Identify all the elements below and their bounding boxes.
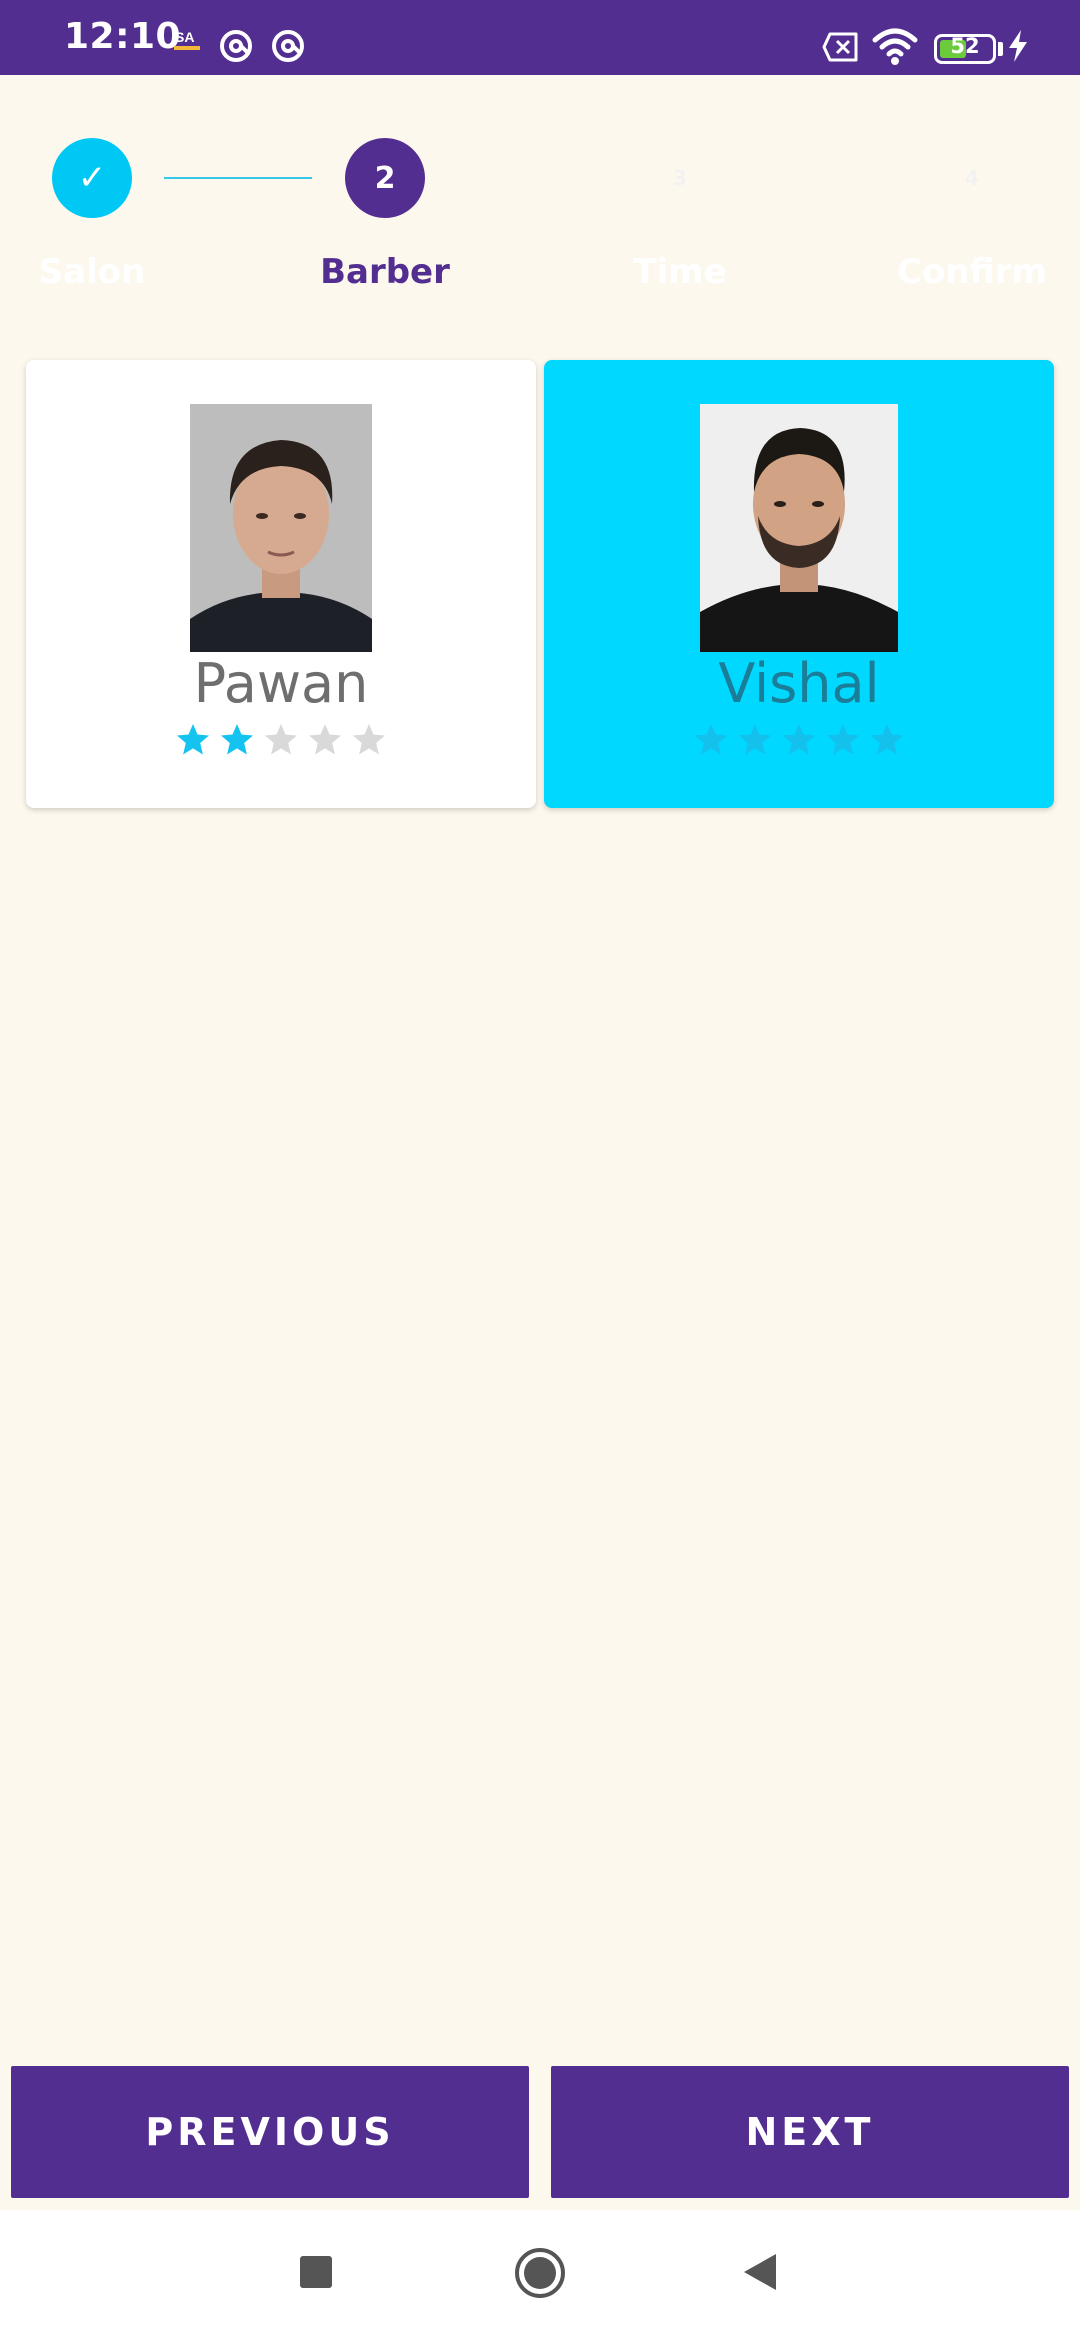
barber-photo-pawan xyxy=(190,404,372,652)
step-2-circle[interactable]: 2 xyxy=(345,138,425,218)
barber-name-pawan: Pawan xyxy=(193,652,369,715)
barber-name-vishal: Vishal xyxy=(718,652,880,715)
status-time: 12:10 xyxy=(64,16,182,57)
next-button[interactable]: NEXT xyxy=(551,2066,1069,2198)
battery-percent: 52 xyxy=(950,34,980,58)
barber-card-pawan[interactable]: Pawan xyxy=(26,360,536,808)
barber-card-vishal[interactable]: Vishal xyxy=(544,360,1054,808)
battery-icon: 52 xyxy=(934,34,996,64)
step-label-time: Time xyxy=(633,252,727,292)
star-filled-icon xyxy=(177,724,209,755)
step-label-barber: Barber xyxy=(320,252,450,292)
recents-square-icon[interactable] xyxy=(299,2255,333,2289)
person-avatar-icon xyxy=(190,404,372,652)
star-filled-icon xyxy=(827,724,859,755)
step-3-number: 3 xyxy=(673,166,687,190)
step-4-number: 4 xyxy=(965,166,979,190)
home-circle-icon[interactable] xyxy=(514,2247,566,2299)
step-4-circle[interactable]: 4 xyxy=(932,138,1012,218)
back-triangle-icon[interactable] xyxy=(742,2252,778,2292)
step-1-circle[interactable]: ✓ xyxy=(52,138,132,218)
star-filled-icon xyxy=(871,724,903,755)
star-empty-icon xyxy=(309,724,341,755)
rating-stars-pawan xyxy=(26,722,536,758)
step-3-circle[interactable]: 3 xyxy=(640,138,720,218)
star-filled-icon xyxy=(739,724,771,755)
star-filled-icon xyxy=(221,724,253,755)
star-empty-icon xyxy=(353,724,385,755)
battery-tip xyxy=(998,42,1003,56)
svg-text:SA: SA xyxy=(175,29,194,45)
rating-stars-vishal xyxy=(544,722,1054,758)
star-filled-icon xyxy=(695,724,727,755)
step-2-number: 2 xyxy=(374,160,396,196)
system-nav-bar xyxy=(0,2210,1080,2340)
star-empty-icon xyxy=(265,724,297,755)
at-sign-icon xyxy=(220,30,252,62)
step-label-salon: Salon xyxy=(38,252,146,292)
check-icon: ✓ xyxy=(77,158,107,198)
at-sign-icon xyxy=(272,30,304,62)
previous-button[interactable]: PREVIOUS xyxy=(11,2066,529,2198)
person-avatar-icon xyxy=(700,404,898,652)
step-connector-1 xyxy=(164,177,312,179)
wifi-icon xyxy=(872,28,918,65)
app-notification-icon: SA xyxy=(174,29,200,50)
status-bar: 12:10 SA 52 xyxy=(0,0,1080,75)
charging-bolt-icon xyxy=(1009,30,1027,62)
step-label-confirm: Confirm xyxy=(897,252,1047,292)
barber-photo-vishal xyxy=(700,404,898,652)
star-filled-icon xyxy=(783,724,815,755)
sim-off-icon xyxy=(822,32,858,62)
